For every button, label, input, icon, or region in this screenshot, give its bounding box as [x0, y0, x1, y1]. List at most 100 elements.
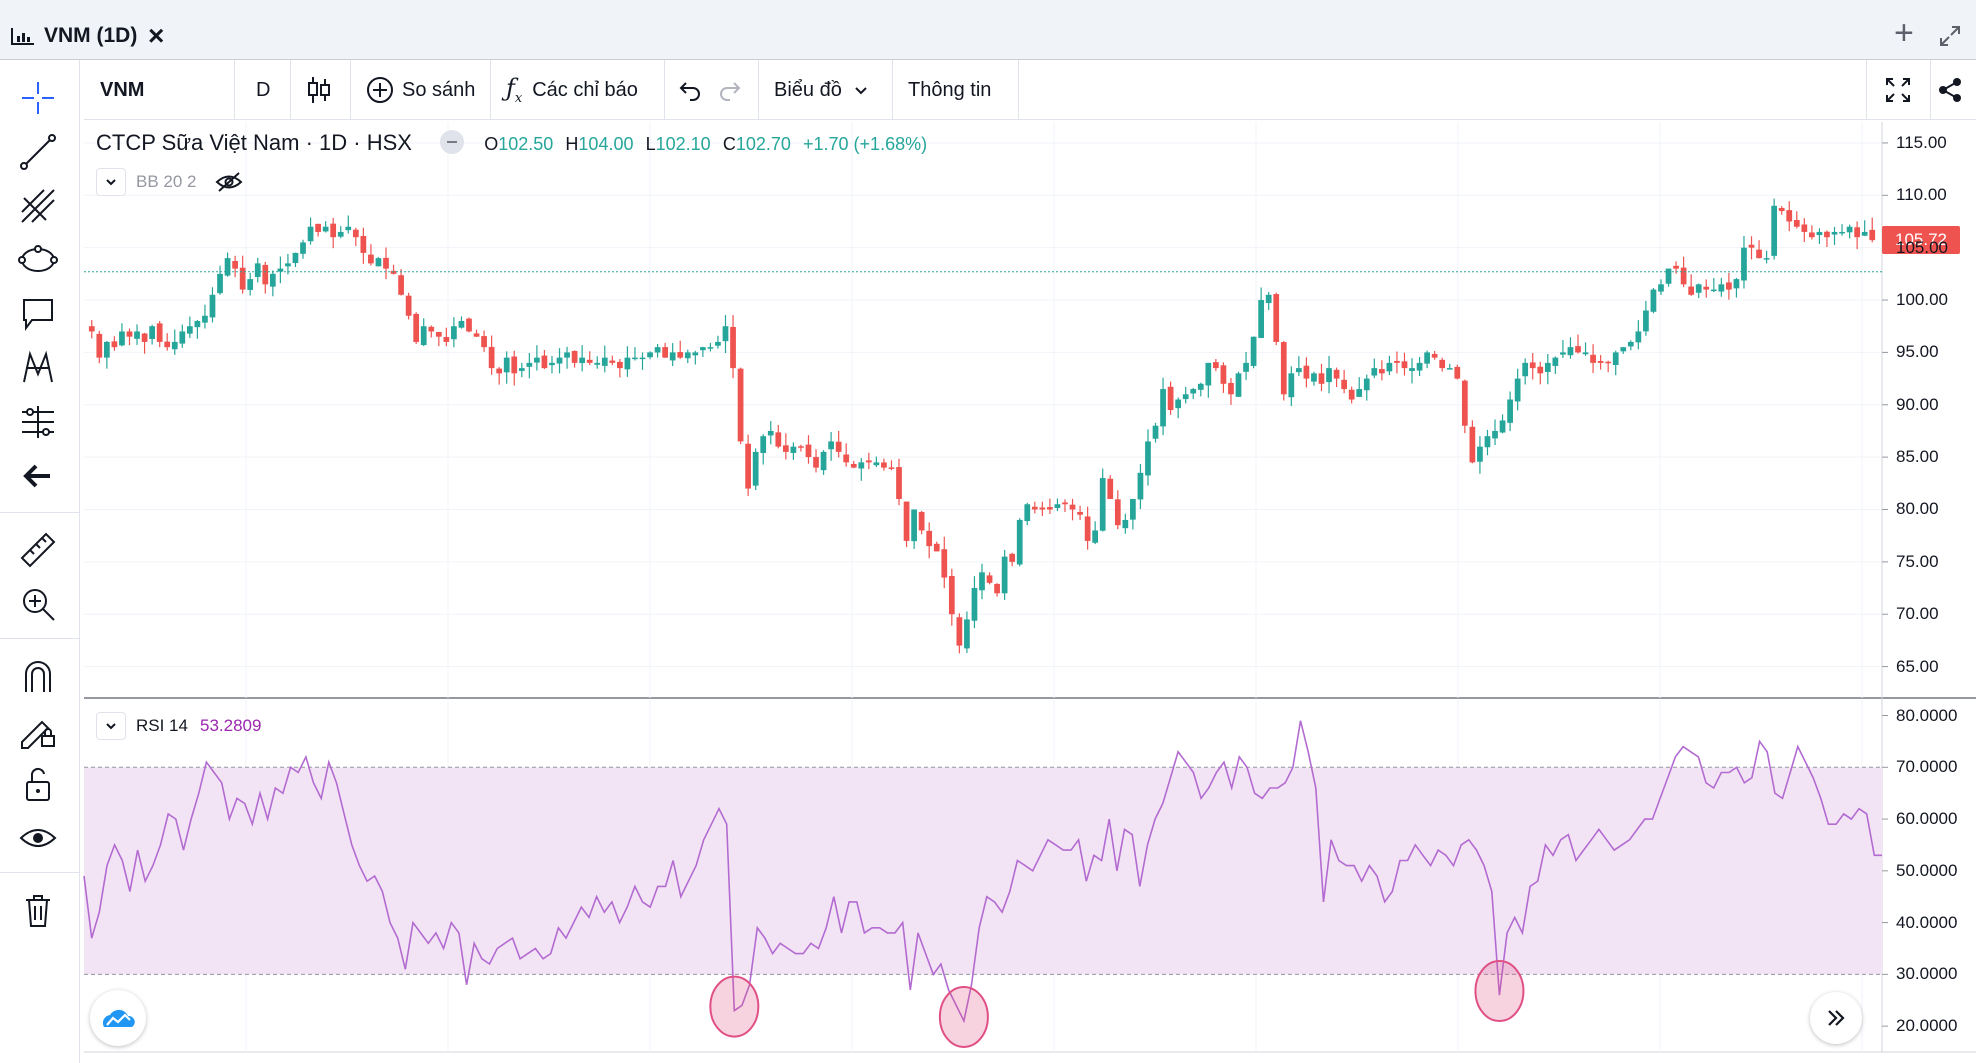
candle-body	[775, 432, 782, 447]
price-tick-label: 100.00	[1896, 290, 1948, 310]
chevron-down-icon	[855, 87, 867, 95]
lock-draw-icon[interactable]	[18, 710, 58, 750]
candle-body	[1846, 226, 1853, 233]
lock-icon[interactable]	[18, 764, 58, 804]
candle-body	[217, 273, 223, 294]
compare-label: So sánh	[402, 78, 476, 101]
candle-body	[103, 341, 110, 358]
measure-line-icon[interactable]	[18, 402, 58, 442]
symbol-label: VNM	[100, 78, 145, 101]
symbol-button[interactable]: VNM	[100, 60, 144, 120]
fib-icon[interactable]	[18, 186, 58, 226]
interval-button[interactable]: D	[256, 60, 270, 120]
candle-body	[1869, 229, 1876, 241]
candle-body	[473, 333, 480, 337]
candle-body	[571, 351, 578, 363]
candle-body	[1039, 507, 1046, 510]
fx-icon: ƒx	[506, 74, 523, 106]
candle-body	[322, 226, 329, 232]
collapse-indicators-button[interactable]	[96, 168, 126, 196]
candle-body	[1356, 389, 1363, 397]
trash-icon[interactable]	[18, 890, 58, 930]
candle-body	[398, 275, 404, 295]
close-tab-button[interactable]: ×	[148, 20, 164, 52]
chart-style-button[interactable]	[306, 60, 332, 120]
candle-body	[360, 235, 367, 253]
candle-body	[1688, 286, 1695, 295]
candle-body	[677, 352, 684, 358]
candle-body	[375, 258, 382, 267]
tradingview-logo-button[interactable]	[90, 990, 146, 1046]
candle-body	[1348, 389, 1355, 400]
magnet-icon[interactable]	[18, 656, 58, 696]
chart-menu-button[interactable]: Biểu đồ	[774, 60, 870, 120]
candle-body	[1529, 362, 1536, 369]
share-button[interactable]	[1936, 60, 1964, 120]
candle-body	[1077, 511, 1083, 515]
candle-body	[617, 361, 623, 369]
expand-diagonal-icon[interactable]	[1938, 24, 1962, 48]
candle-body	[171, 341, 178, 350]
rsi-value: 53.2809	[199, 716, 262, 735]
candle-body	[1544, 362, 1551, 372]
ellipse-icon[interactable]	[18, 240, 58, 280]
candle-body	[1469, 426, 1476, 463]
candle-body	[873, 462, 880, 466]
candle-body	[903, 501, 910, 541]
scroll-to-realtime-button[interactable]	[1810, 992, 1862, 1044]
cloud-logo-icon	[102, 1009, 135, 1027]
undo-button[interactable]	[678, 60, 702, 120]
hide-legend-button[interactable]	[440, 130, 465, 155]
candle-body	[420, 326, 427, 346]
redo-button[interactable]	[718, 60, 742, 120]
candle-body	[1009, 553, 1016, 562]
price-tick-label: 115.00	[1896, 132, 1947, 152]
zoom-in-icon[interactable]	[18, 584, 58, 624]
back-arrow-icon[interactable]	[18, 456, 58, 496]
info-button[interactable]: Thông tin	[908, 60, 991, 120]
hidden-eye-icon[interactable]	[215, 171, 243, 193]
candle-body	[609, 360, 616, 363]
candle-body	[352, 229, 359, 238]
candle-body	[458, 320, 465, 328]
price-tick-label: 110.00	[1896, 185, 1947, 205]
candle-body	[534, 357, 540, 363]
candle-body	[669, 352, 676, 361]
candle-body	[1424, 352, 1430, 364]
toolbar-divider	[0, 638, 80, 639]
fullscreen-button[interactable]	[1884, 60, 1912, 120]
candle-body	[707, 347, 714, 349]
candle-body	[994, 583, 1000, 594]
compare-button[interactable]: So sánh	[366, 60, 475, 120]
chart-canvas[interactable]	[0, 0, 1976, 1063]
candle-body	[760, 436, 767, 454]
candle-body	[1567, 347, 1574, 356]
trend-line-icon[interactable]	[18, 132, 58, 172]
candle-body	[1386, 362, 1393, 372]
candle-body	[1092, 530, 1099, 543]
candle-body	[1801, 224, 1808, 232]
candle-body	[1371, 368, 1378, 376]
collapse-rsi-button[interactable]	[96, 712, 126, 740]
pattern-icon[interactable]	[18, 348, 58, 388]
callout-icon[interactable]	[18, 294, 58, 334]
candle-body	[1394, 360, 1400, 363]
fullscreen-icon	[1886, 78, 1910, 102]
candle-body	[737, 368, 744, 442]
candle-body	[1258, 300, 1265, 338]
candle-body	[632, 357, 638, 360]
plus-circle-icon	[367, 77, 393, 103]
candle-body	[1861, 231, 1868, 236]
candle-body	[1152, 425, 1159, 439]
add-tab-button[interactable]: +	[1894, 14, 1914, 53]
candle-body	[1311, 373, 1317, 382]
candle-body	[1160, 389, 1166, 427]
candle-body	[586, 359, 593, 363]
toolbar-divider	[290, 60, 291, 120]
ruler-icon[interactable]	[18, 530, 58, 570]
chart-menu-label: Biểu đồ	[774, 78, 842, 101]
eye-icon[interactable]	[18, 818, 58, 858]
indicators-button[interactable]: ƒx Các chỉ báo	[506, 60, 638, 120]
crosshair-icon[interactable]	[18, 78, 58, 118]
candle-body	[1273, 294, 1280, 342]
